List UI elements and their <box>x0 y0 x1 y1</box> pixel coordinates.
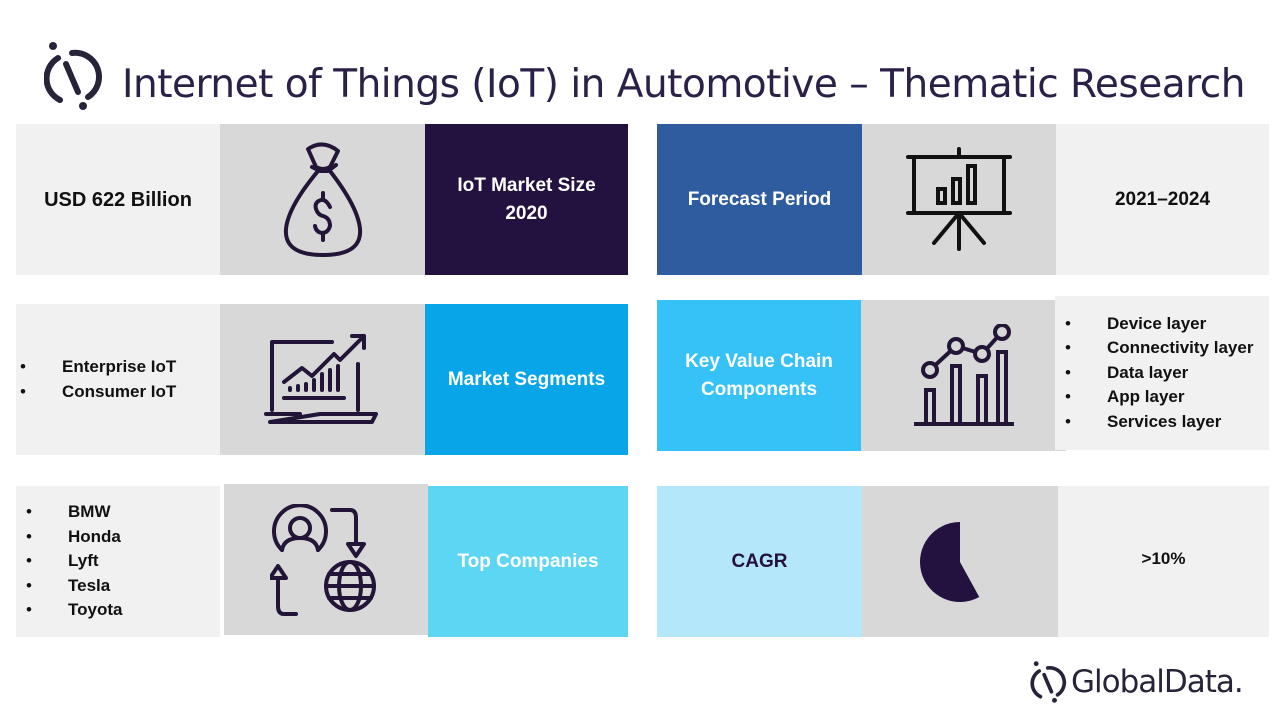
companies-icon-tile <box>224 484 428 635</box>
globaldata-logo-icon <box>1030 661 1067 703</box>
globaldata-logo-icon <box>44 42 103 110</box>
cagr-label-tile: CAGR <box>657 486 862 637</box>
value-chain-list: Device layer Connectivity layer Data lay… <box>1065 312 1253 435</box>
cagr-value-tile: >10% <box>1058 486 1269 637</box>
value-chain-label-line2: Components <box>700 378 818 400</box>
list-item: Enterprise IoT <box>20 355 176 380</box>
list-item: Consumer IoT <box>20 380 176 405</box>
cagr-icon-tile <box>862 486 1058 637</box>
segments-list-tile: Enterprise IoT Consumer IoT <box>16 304 220 455</box>
pie-slice-icon <box>919 521 980 602</box>
market-size-value-tile: USD 622 Billion <box>16 124 220 275</box>
pie-slice <box>919 521 980 602</box>
forecast-value: 2021–2024 <box>1114 188 1211 210</box>
list-item: BMW <box>26 500 122 525</box>
market-size-icon-tile <box>220 124 425 275</box>
companies-label: Top Companies <box>457 550 599 572</box>
laptop-growth-chart-icon <box>263 333 378 424</box>
segments-list: Enterprise IoT Consumer IoT <box>20 355 176 404</box>
value-chain-icon-tile <box>861 300 1066 451</box>
cagr-value: >10% <box>1141 549 1186 568</box>
list-item: Tesla <box>26 574 122 599</box>
forecast-label-tile: Forecast Period <box>657 124 862 275</box>
value-chain-label-line1: Key Value Chain <box>685 350 833 372</box>
money-bag-icon <box>283 142 362 257</box>
segments-icon-tile <box>220 304 425 455</box>
page-title: Internet of Things (IoT) in Automotive –… <box>122 62 1245 107</box>
companies-list-tile: BMW Honda Lyft Tesla Toyota <box>16 486 220 637</box>
forecast-value-tile: 2021–2024 <box>1056 124 1269 275</box>
list-item: App layer <box>1065 385 1253 410</box>
list-item: Services layer <box>1065 410 1253 435</box>
market-size-label-line1: IoT Market Size <box>457 174 596 196</box>
forecast-icon-tile <box>862 124 1056 275</box>
value-chain-label-tile: Key Value Chain Components <box>657 300 861 451</box>
cagr-label: CAGR <box>731 550 788 572</box>
segments-label: Market Segments <box>447 368 606 390</box>
market-size-label-tile: IoT Market Size 2020 <box>425 124 628 275</box>
list-item: Device layer <box>1065 312 1253 337</box>
list-item: Lyft <box>26 549 122 574</box>
forecast-label: Forecast Period <box>687 188 832 210</box>
list-item: Connectivity layer <box>1065 336 1253 361</box>
list-item: Honda <box>26 525 122 550</box>
value-chain-list-tile: Device layer Connectivity layer Data lay… <box>1055 296 1269 450</box>
list-item: Toyota <box>26 598 122 623</box>
companies-list: BMW Honda Lyft Tesla Toyota <box>26 500 122 623</box>
list-item: Data layer <box>1065 361 1253 386</box>
segments-label-tile: Market Segments <box>425 304 628 455</box>
market-size-label-line2: 2020 <box>505 202 548 224</box>
user-globe-exchange-icon <box>270 503 376 616</box>
companies-label-tile: Top Companies <box>428 486 628 637</box>
bar-line-chart-icon <box>913 323 1014 426</box>
market-size-value: USD 622 Billion <box>44 188 192 211</box>
presentation-chart-icon <box>906 146 1012 251</box>
brand-name: GlobalData. <box>1071 664 1244 700</box>
